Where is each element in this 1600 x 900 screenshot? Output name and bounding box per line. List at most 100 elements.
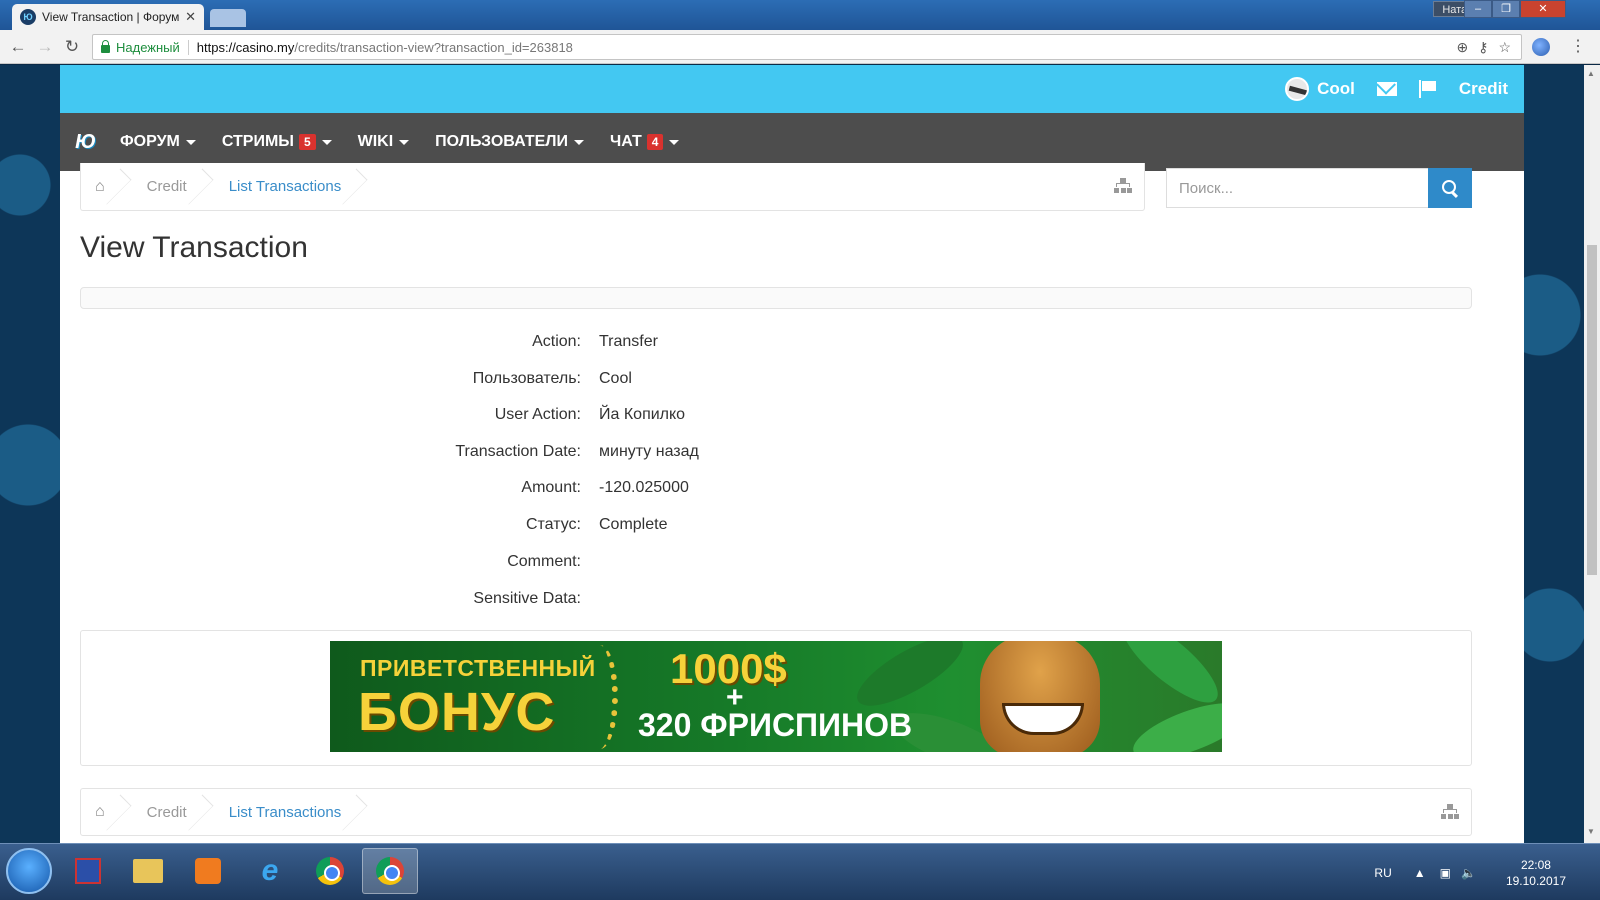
page-scrollbar[interactable]: ▲ ▼ xyxy=(1584,65,1600,843)
credit-link[interactable]: Credit xyxy=(1459,79,1508,99)
search-icon xyxy=(1442,180,1458,196)
page-title: View Transaction xyxy=(80,231,308,264)
clock[interactable]: 22:08 19.10.2017 xyxy=(1506,857,1566,889)
volume-icon[interactable]: 🔈 xyxy=(1461,866,1476,880)
bonus-banner[interactable]: ПРИВЕТСТВЕННЫЙ БОНУС 1000$ + 320 ФРИСПИН… xyxy=(330,641,1222,752)
nav-item-streams[interactable]: СТРИМЫ 5 xyxy=(222,133,332,151)
breadcrumb-bottom: ⌂ Credit List Transactions xyxy=(80,788,1472,836)
new-tab-button[interactable] xyxy=(210,9,246,27)
detail-label: Amount: xyxy=(521,479,581,496)
nav-label: СТРИМЫ xyxy=(221,133,294,150)
zoom-icon[interactable]: ⊕ xyxy=(1456,39,1468,56)
network-icon[interactable]: ▣ xyxy=(1440,866,1451,880)
ie-icon: e xyxy=(261,854,279,887)
clock-date: 19.10.2017 xyxy=(1505,873,1566,888)
nav-label: ПОЛЬЗОВАТЕЛИ xyxy=(435,133,568,150)
detail-label: Статус: xyxy=(525,516,581,533)
forward-arrow-icon[interactable]: → xyxy=(35,37,55,57)
detail-label: Transaction Date: xyxy=(455,443,581,460)
banner-line-1: ПРИВЕТСТВЕННЫЙ xyxy=(360,655,596,681)
sitemap-icon[interactable] xyxy=(1114,178,1132,194)
breadcrumb-item-list-transactions[interactable]: List Transactions xyxy=(207,163,362,210)
system-tray: RU ▲ ▣ 🔈 22:08 19.10.2017 xyxy=(1374,844,1600,900)
maximize-button[interactable]: ❐ xyxy=(1492,0,1520,18)
detail-value: -120.025000 xyxy=(599,479,689,496)
nav-item-chat[interactable]: ЧАТ 4 xyxy=(610,133,680,151)
search-input[interactable] xyxy=(1166,168,1429,208)
folder-icon xyxy=(133,859,163,883)
lock-icon xyxy=(101,40,110,53)
caret-down-icon xyxy=(321,139,332,145)
browser-titlebar: Ю View Transaction | Форум ✕ Наталия – ❐… xyxy=(0,0,1600,30)
sitemap-icon[interactable] xyxy=(1441,804,1459,820)
taskbar-save-app[interactable] xyxy=(60,848,116,894)
site-logo[interactable]: Ю xyxy=(70,128,98,156)
breadcrumb-home[interactable]: ⌂ xyxy=(81,789,125,835)
nav-label: ФОРУМ xyxy=(120,133,180,150)
search-button[interactable] xyxy=(1428,168,1472,208)
breadcrumb: ⌂ Credit List Transactions xyxy=(80,163,1145,211)
detail-row: Transaction Date: минуту назад xyxy=(60,443,1060,467)
clock-time: 22:08 xyxy=(1520,857,1551,872)
key-icon[interactable]: ⚷ xyxy=(1478,39,1488,56)
envelope-icon[interactable] xyxy=(1376,82,1397,96)
detail-row: Статус: Complete xyxy=(60,516,1060,540)
caret-down-icon xyxy=(185,139,196,145)
scroll-up-icon[interactable]: ▲ xyxy=(1587,69,1595,78)
breadcrumb-home[interactable]: ⌂ xyxy=(81,163,125,210)
start-button[interactable] xyxy=(6,848,52,894)
detail-row: Amount: -120.025000 xyxy=(60,479,1060,503)
taskbar-chrome-active[interactable] xyxy=(362,848,418,894)
window-close-button[interactable]: ✕ xyxy=(1520,0,1566,18)
caret-down-icon xyxy=(669,139,680,145)
detail-label: Пользователь: xyxy=(472,370,581,387)
detail-label: Sensitive Data: xyxy=(473,590,581,607)
caret-down-icon xyxy=(574,139,584,145)
back-arrow-icon[interactable]: ← xyxy=(8,37,28,57)
extension-icon[interactable] xyxy=(1532,38,1550,56)
scroll-thumb[interactable] xyxy=(1587,245,1597,575)
minimize-button[interactable]: – xyxy=(1464,0,1492,18)
nav-item-users[interactable]: ПОЛЬЗОВАТЕЛИ xyxy=(435,133,584,151)
banner-spins: 320 ФРИСПИНОВ xyxy=(638,707,913,743)
taskbar-internet-explorer[interactable]: e xyxy=(242,848,298,894)
count-badge: 4 xyxy=(646,134,664,150)
breadcrumb-item-credit[interactable]: Credit xyxy=(125,789,207,835)
detail-row: Sensitive Data: xyxy=(60,590,1060,614)
breadcrumb-item-list-transactions[interactable]: List Transactions xyxy=(207,789,362,835)
ad-panel: ПРИВЕТСТВЕННЫЙ БОНУС 1000$ + 320 ФРИСПИН… xyxy=(80,630,1472,766)
reload-icon[interactable]: ↻ xyxy=(62,37,82,57)
taskbar-media-player[interactable] xyxy=(180,848,236,894)
avatar xyxy=(1285,77,1310,101)
star-icon[interactable]: ☆ xyxy=(1498,39,1511,56)
detail-value: Transfer xyxy=(599,333,658,350)
taskbar-chrome[interactable] xyxy=(302,848,358,894)
user-menu[interactable]: Cool xyxy=(1285,77,1355,101)
tray-expand-icon[interactable]: ▲ xyxy=(1414,866,1426,880)
nav-item-wiki[interactable]: WIKI xyxy=(358,133,410,151)
caret-down-icon xyxy=(399,139,410,145)
address-bar[interactable]: Надежный https://casino.my /credits/tran… xyxy=(92,34,1522,60)
chrome-icon xyxy=(316,857,344,885)
detail-label: Comment: xyxy=(507,553,581,570)
language-indicator[interactable]: RU xyxy=(1374,866,1391,880)
taskbar-explorer[interactable] xyxy=(120,848,176,894)
site-favicon-icon: Ю xyxy=(20,9,36,25)
tab-title: View Transaction | Форум xyxy=(42,10,180,24)
os-taskbar: e RU ▲ ▣ 🔈 22:08 19.10.2017 xyxy=(0,843,1600,900)
tab-close-icon[interactable]: ✕ xyxy=(185,9,196,25)
flag-icon[interactable] xyxy=(1418,80,1437,98)
detail-value: минуту назад xyxy=(599,443,699,460)
count-badge: 5 xyxy=(298,134,316,150)
detail-row: Action: Transfer xyxy=(60,333,1060,357)
nav-label: ЧАТ xyxy=(610,133,642,150)
browser-tab-active[interactable]: Ю View Transaction | Форум ✕ xyxy=(12,4,204,30)
breadcrumb-item-credit[interactable]: Credit xyxy=(125,163,207,210)
detail-row: Comment: xyxy=(60,553,1060,577)
scroll-down-icon[interactable]: ▼ xyxy=(1587,827,1595,836)
laurel-icon xyxy=(582,645,618,749)
browser-toolbar: ← → ↻ Надежный https://casino.my /credit… xyxy=(0,30,1600,64)
detail-label: User Action: xyxy=(494,406,581,423)
nav-item-forum[interactable]: ФОРУМ xyxy=(120,133,196,151)
browser-menu-icon[interactable]: ⋮ xyxy=(1570,36,1586,56)
